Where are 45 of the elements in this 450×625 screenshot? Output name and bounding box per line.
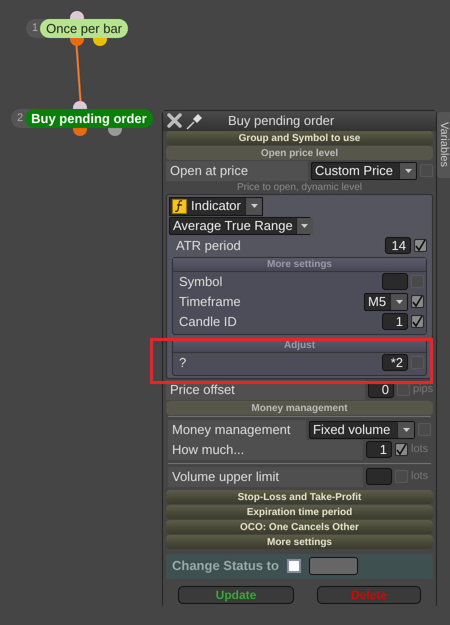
field-label: Change Status to [172,557,279,576]
variables-tab[interactable]: Variables [437,112,450,178]
dropdown[interactable]: Custom Price [311,162,417,180]
section-header[interactable]: Open price level [166,146,433,160]
checkbox[interactable] [286,559,301,573]
field-label: Timeframe [178,292,242,310]
value-field[interactable]: *2 [382,354,408,371]
field-label: Candle ID [178,312,238,330]
section-header[interactable]: Money management [166,400,433,414]
pin-icon[interactable] [186,112,204,130]
window-title: Buy pending order [228,112,334,130]
value-field[interactable]: 1 [366,441,392,458]
section-header[interactable]: More settings [166,534,433,548]
value-field[interactable]: 14 [385,237,411,254]
value-field[interactable]: 1 [382,313,408,330]
checkbox[interactable] [411,315,424,328]
value-field[interactable] [382,273,408,290]
function-icon [172,198,187,214]
section-header: More settings [173,258,426,272]
checkbox[interactable] [395,443,408,456]
node-block[interactable]: Once per bar [40,19,128,38]
field-label: Money management [168,420,306,440]
section-header[interactable]: Stop-Loss and Take-Profit [166,490,433,504]
field-label: How much... [168,440,363,460]
dropdown[interactable]: Average True Range [169,216,311,234]
value-field[interactable] [366,468,392,485]
checkbox[interactable] [397,383,410,396]
checkbox[interactable] [411,295,424,308]
caption: Price to open, dynamic level [236,182,364,192]
section-header[interactable]: OCO: One Cancels Other [166,520,433,534]
section-header[interactable]: Expiration time period [166,504,433,518]
field-label: Symbol [178,272,224,291]
dropdown[interactable]: Fixed volume [309,420,415,438]
field-label: ? [178,354,188,372]
close-icon[interactable] [167,113,182,128]
node-block[interactable]: Buy pending order [25,109,153,128]
indicator-dropdown[interactable]: Indicator [169,196,263,216]
field-label: Open at price [166,160,308,180]
section-header[interactable]: Group and Symbol to use [166,130,433,144]
dropdown[interactable]: M5 [364,292,408,310]
update-button[interactable]: Update [178,586,294,604]
field-label: Volume upper limit [168,466,363,486]
status-swatch[interactable] [308,557,358,575]
checkbox[interactable] [414,239,427,252]
field-label: ATR period [175,236,242,255]
